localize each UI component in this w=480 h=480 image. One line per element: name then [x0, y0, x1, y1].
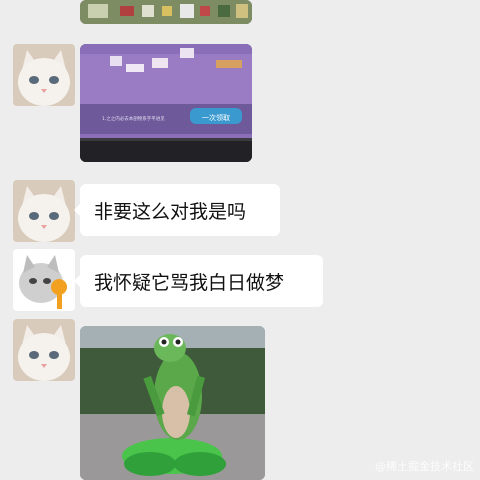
- game-scene-image: [80, 0, 252, 24]
- cat-avatar-image: [13, 319, 75, 381]
- cat-avatar-image: [13, 44, 75, 106]
- game-screenshot-image: 一次领取 1.之之内必去本剖物系字平进见: [80, 44, 252, 162]
- message-bubble-text[interactable]: 非要这么对我是吗: [74, 184, 280, 236]
- avatar-white-cat[interactable]: [13, 44, 75, 106]
- game-claim-button-label: 一次领取: [202, 113, 230, 122]
- message-image-dancing-frog[interactable]: [80, 326, 265, 480]
- game-quest-text: 1.之之内必去本剖物系字平进见: [102, 115, 165, 122]
- avatar-cat-with-paw[interactable]: [13, 249, 75, 311]
- message-bubble-text[interactable]: 我怀疑它骂我白日做梦: [74, 255, 323, 307]
- watermark: @稀土掘金技术社区: [375, 460, 474, 473]
- message-text: 非要这么对我是吗: [94, 200, 247, 223]
- avatar-white-cat[interactable]: [13, 319, 75, 381]
- message-image-game-top[interactable]: [80, 0, 252, 24]
- message-image-game-screenshot[interactable]: 一次领取 1.之之内必去本剖物系字平进见: [80, 44, 252, 162]
- cat-avatar-image: [13, 180, 75, 242]
- message-text: 我怀疑它骂我白日做梦: [94, 271, 285, 294]
- frog-meme-image: [80, 326, 265, 480]
- chat-message-list: 一次领取 1.之之内必去本剖物系字平进见 非要这么对我是吗 我怀疑它骂我白日做梦…: [0, 0, 480, 480]
- avatar-white-cat[interactable]: [13, 180, 75, 242]
- cat-paw-avatar-image: [13, 249, 75, 311]
